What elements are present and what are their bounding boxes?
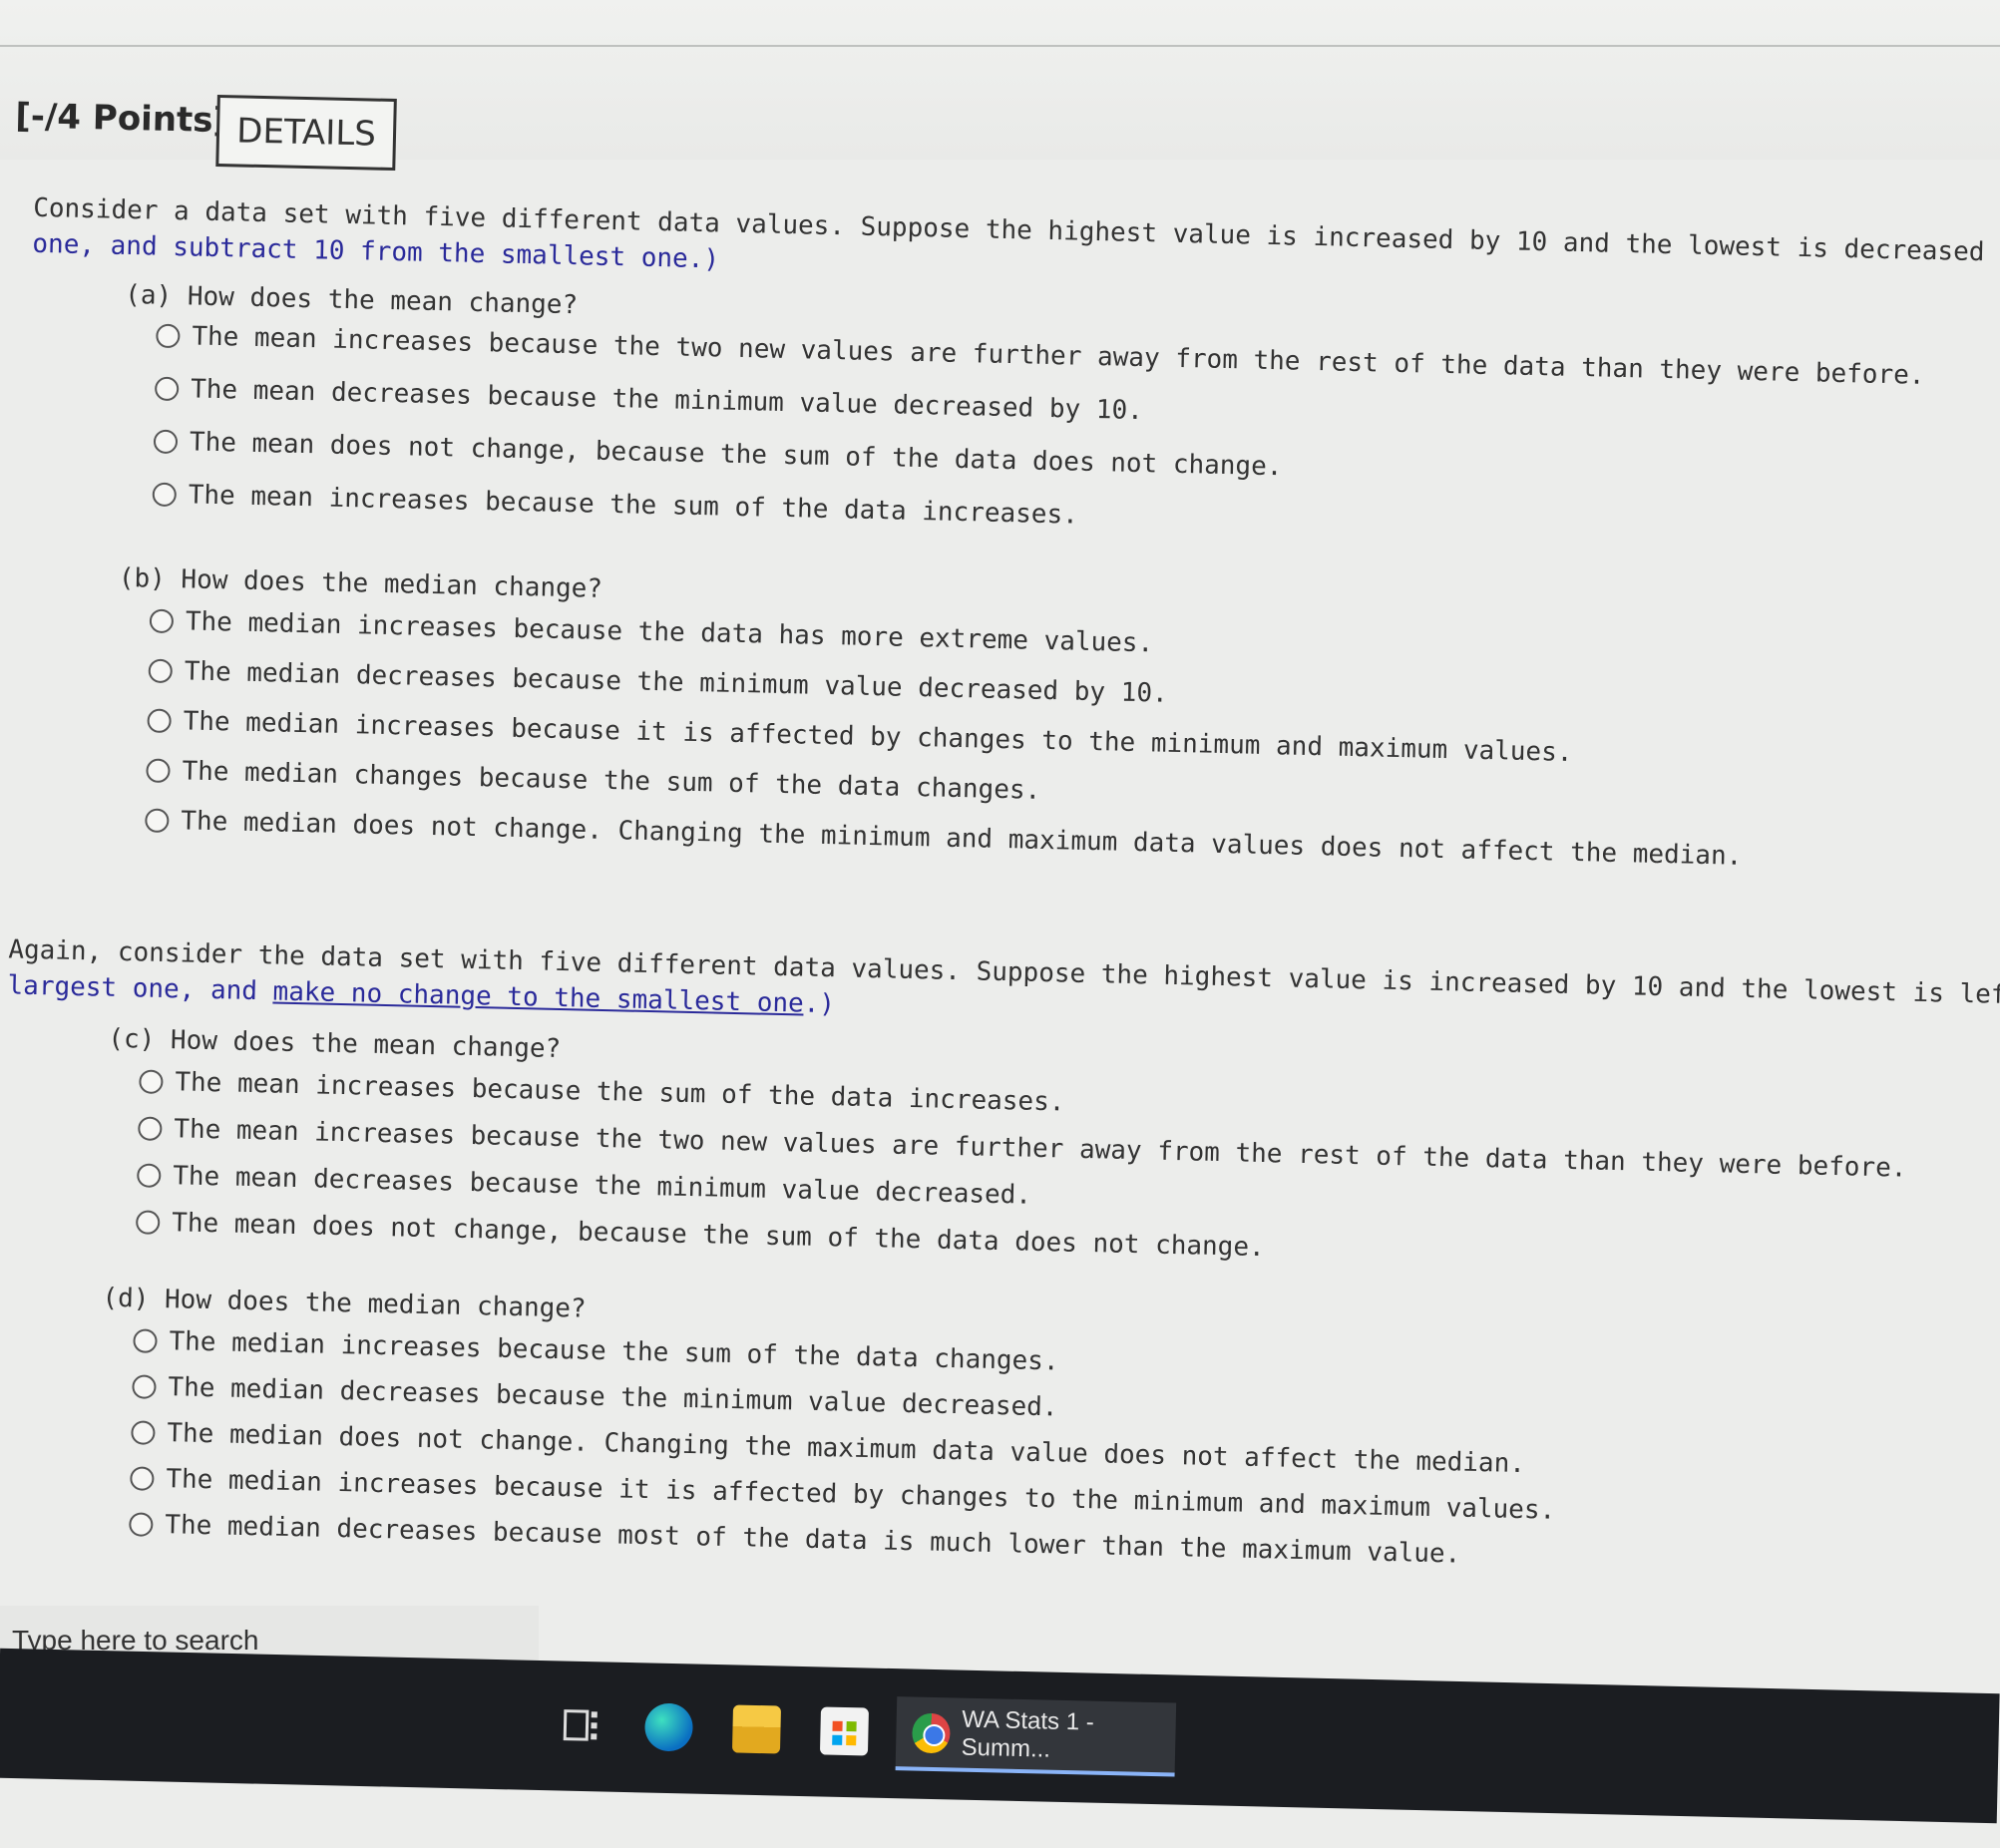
question-a-prompt: (a) How does the mean change? <box>124 279 579 321</box>
option-c-1[interactable]: The mean increases because the sum of th… <box>139 1066 1065 1117</box>
radio-button[interactable] <box>129 1512 154 1537</box>
option-label: The median increases because the sum of … <box>169 1326 1059 1377</box>
option-label: The mean decreases because the minimum v… <box>190 374 1144 427</box>
details-button[interactable]: DETAILS <box>215 94 397 172</box>
option-label: The median decreases because the minimum… <box>184 656 1169 709</box>
option-b-5[interactable]: The median does not change. Changing the… <box>145 806 1743 872</box>
question-c-prompt: (c) How does the mean change? <box>108 1023 562 1065</box>
chrome-icon <box>911 1712 951 1754</box>
file-explorer-icon[interactable] <box>731 1704 782 1754</box>
radio-button[interactable] <box>148 658 174 684</box>
question-sheet: [-/4 Points] DETAILS Consider a data set… <box>0 0 2000 1835</box>
option-d-2[interactable]: The median decreases because the minimum… <box>132 1371 1058 1422</box>
radio-button[interactable] <box>135 1210 161 1235</box>
option-b-3[interactable]: The median increases because it is affec… <box>147 706 1573 768</box>
store-icon[interactable] <box>819 1706 870 1756</box>
option-b-1[interactable]: The median increases because the data ha… <box>149 606 1154 659</box>
radio-button[interactable] <box>147 708 172 734</box>
option-label: The mean increases because the sum of th… <box>188 480 1079 531</box>
radio-button[interactable] <box>149 608 175 634</box>
question-b-prompt: (b) How does the median change? <box>118 562 603 604</box>
intro-2-prefix: largest one, and <box>7 970 273 1007</box>
radio-button[interactable] <box>152 482 178 508</box>
option-b-4[interactable]: The median changes because the sum of th… <box>146 756 1041 806</box>
intro-2-suffix: .) <box>803 988 836 1020</box>
option-c-4[interactable]: The mean does not change, because the su… <box>135 1207 1266 1264</box>
taskbar-active-app[interactable]: WA Stats 1 - Summ... <box>895 1696 1177 1775</box>
radio-button[interactable] <box>137 1163 162 1188</box>
option-label: The mean does not change, because the su… <box>171 1208 1266 1264</box>
radio-button[interactable] <box>146 758 171 784</box>
radio-button[interactable] <box>133 1328 158 1353</box>
option-label: The median increases because it is affec… <box>183 706 1573 768</box>
radio-button[interactable] <box>153 429 179 455</box>
option-label: The mean does not change, because the su… <box>189 427 1283 483</box>
option-label: The mean increases because the sum of th… <box>175 1067 1065 1118</box>
option-a-4[interactable]: The mean increases because the sum of th… <box>152 480 1078 531</box>
edge-icon[interactable] <box>643 1702 694 1752</box>
option-b-2[interactable]: The median decreases because the minimum… <box>148 656 1168 709</box>
radio-button[interactable] <box>138 1116 163 1141</box>
option-label: The median does not change. Changing the… <box>181 806 1743 872</box>
option-label: The median increases because the data ha… <box>185 606 1154 659</box>
radio-button[interactable] <box>131 1420 156 1445</box>
points-label: [-/4 Points] <box>14 96 229 142</box>
option-a-3[interactable]: The mean does not change, because the su… <box>153 427 1283 483</box>
option-label: The median changes because the sum of th… <box>182 756 1041 806</box>
radio-button[interactable] <box>132 1374 157 1399</box>
radio-button[interactable] <box>130 1466 155 1491</box>
option-d-1[interactable]: The median increases because the sum of … <box>133 1325 1059 1376</box>
option-label: The median decreases because the minimum… <box>168 1372 1058 1423</box>
question-d-prompt: (d) How does the median change? <box>102 1283 587 1324</box>
radio-button[interactable] <box>156 323 181 349</box>
option-label: The mean decreases because the minimum v… <box>172 1161 1032 1211</box>
radio-button[interactable] <box>145 808 170 834</box>
option-c-3[interactable]: The mean decreases because the minimum v… <box>137 1160 1032 1211</box>
active-app-label: WA Stats 1 - Summ... <box>961 1705 1095 1763</box>
task-view-icon[interactable] <box>557 1700 605 1749</box>
radio-button[interactable] <box>139 1069 164 1094</box>
option-a-2[interactable]: The mean decreases because the minimum v… <box>154 374 1144 427</box>
smallest-one-link[interactable]: make no change to the smallest one <box>272 976 804 1018</box>
radio-button[interactable] <box>154 376 180 402</box>
